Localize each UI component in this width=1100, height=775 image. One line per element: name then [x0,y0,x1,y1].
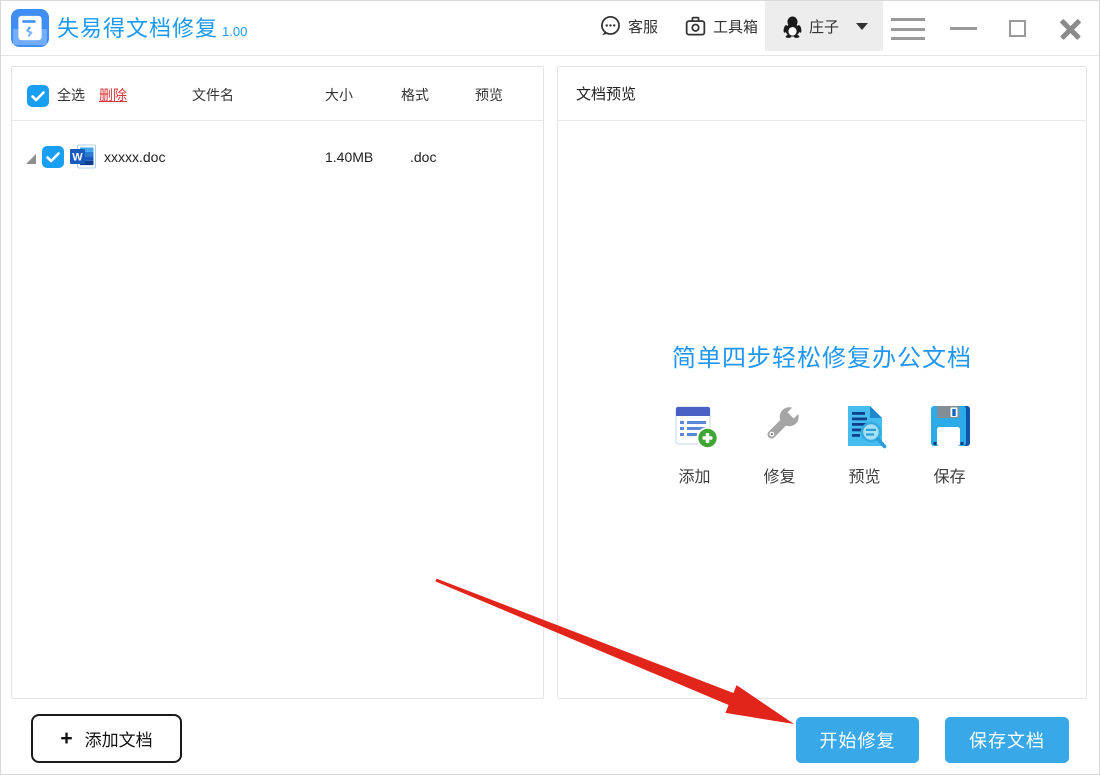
app-version: 1.00 [222,17,247,47]
file-list-panel: 全选 删除 文件名 大小 格式 预览 W xxxxx.doc 1.40MB [11,66,544,699]
title-bar: 失易得文档修复 1.00 客服 工具箱 [1,1,1099,56]
qq-penguin-icon [781,14,804,39]
start-repair-button[interactable]: 开始修复 [796,717,919,763]
add-document-icon [671,402,719,450]
preview-panel-title: 文档预览 [576,83,636,104]
step-add: 添加 [671,402,719,487]
tree-expander-icon[interactable] [26,154,36,164]
svg-text:W: W [72,152,83,164]
toolbox-icon [683,14,708,39]
file-format: .doc [410,149,436,165]
save-document-button[interactable]: 保存文档 [945,717,1069,763]
file-row[interactable]: W xxxxx.doc 1.40MB .doc [12,137,543,179]
file-checkbox[interactable] [42,146,64,168]
step-repair: 修复 [756,402,804,487]
customer-service-button[interactable]: 客服 [598,1,658,51]
add-document-button[interactable]: + 添加文档 [31,714,182,763]
close-button[interactable] [1059,18,1081,40]
username-label: 庄子 [809,16,839,37]
delete-link[interactable]: 删除 [99,85,127,105]
step-save: 保存 [926,402,974,487]
step-label-save: 保存 [926,463,974,487]
step-preview: 预览 [841,402,889,487]
chevron-down-icon [856,23,868,30]
plus-icon: + [60,728,72,749]
step-label-repair: 修复 [756,463,804,487]
user-account-menu[interactable]: 庄子 [765,1,883,51]
toolbox-label: 工具箱 [713,16,758,37]
toolbox-button[interactable]: 工具箱 [683,1,758,51]
select-all-label[interactable]: 全选 [57,85,85,105]
file-size: 1.40MB [325,149,373,165]
document-preview-panel: 文档预览 简单四步轻松修复办公文档 [557,66,1087,699]
chat-bubble-icon [598,14,623,39]
app-window: 失易得文档修复 1.00 客服 工具箱 [0,0,1100,775]
repair-wrench-icon [756,402,804,450]
column-header-preview: 预览 [475,85,503,105]
word-file-icon: W [69,144,97,170]
customer-service-label: 客服 [628,16,658,37]
select-all-checkbox[interactable] [27,85,49,107]
app-title: 失易得文档修复 [57,11,218,47]
preview-document-icon [841,402,889,450]
hamburger-menu-button[interactable] [891,18,925,40]
brand: 失易得文档修复 1.00 [11,9,247,47]
step-label-add: 添加 [671,463,719,487]
save-floppy-icon [926,402,974,450]
minimize-button[interactable] [950,27,977,30]
onboarding-block: 简单四步轻松修复办公文档 添加 [558,338,1086,487]
file-list-header: 全选 删除 文件名 大小 格式 预览 [12,67,543,121]
onboarding-headline: 简单四步轻松修复办公文档 [558,338,1086,373]
steps-row: 添加 修复 [671,402,974,487]
app-logo-icon [11,9,49,47]
column-header-format: 格式 [401,85,429,105]
column-header-size: 大小 [325,85,353,105]
add-document-label: 添加文档 [85,726,153,751]
preview-panel-header: 文档预览 [558,67,1086,121]
file-name: xxxxx.doc [104,149,165,165]
maximize-button[interactable] [1009,20,1026,37]
column-header-filename: 文件名 [192,85,234,105]
step-label-preview: 预览 [841,463,889,487]
